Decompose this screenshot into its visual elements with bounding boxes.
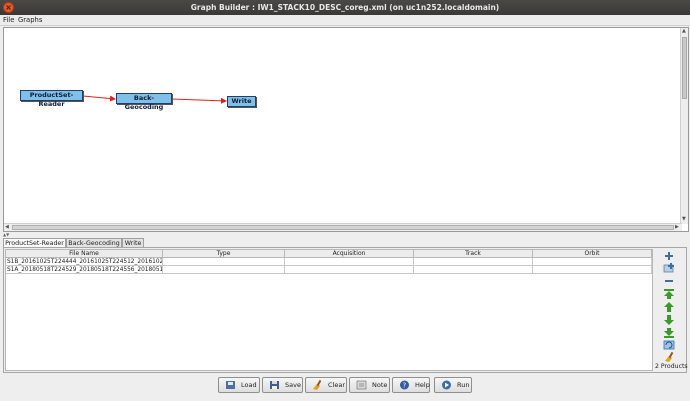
edge-reader-to-geocoding bbox=[82, 95, 116, 102]
graph-edges bbox=[82, 95, 227, 104]
tab-back-geocoding[interactable]: Back-Geocoding bbox=[66, 238, 122, 247]
note-button[interactable]: Note bbox=[349, 377, 390, 393]
run-label: Run bbox=[457, 381, 470, 389]
productset-reader-panel: File Name Type Acquisition Track Orbit S… bbox=[3, 247, 688, 373]
cell-file-name[interactable]: S1A_20180518T224529_20180518T224556_2018… bbox=[6, 266, 163, 274]
col-type[interactable]: Type bbox=[163, 250, 285, 258]
scroll-up-arrow-icon[interactable]: ▲ bbox=[682, 28, 686, 35]
save-label: Save bbox=[285, 381, 301, 389]
graph-canvas[interactable]: ProductSet-Reader Back-Geocoding Write ▲… bbox=[3, 27, 689, 232]
tab-productset-reader[interactable]: ProductSet-Reader bbox=[3, 238, 66, 247]
products-count: 2 Products bbox=[655, 363, 688, 370]
cell-type[interactable] bbox=[163, 266, 285, 274]
close-window-button[interactable]: × bbox=[3, 2, 14, 13]
cell-orbit[interactable] bbox=[533, 266, 652, 274]
product-table[interactable]: File Name Type Acquisition Track Orbit S… bbox=[5, 249, 653, 371]
help-button[interactable]: ? Help bbox=[392, 377, 430, 393]
move-top-icon[interactable] bbox=[663, 289, 675, 299]
cell-acquisition[interactable] bbox=[285, 258, 414, 266]
edge-geocoding-to-write bbox=[171, 97, 227, 104]
remove-icon[interactable] bbox=[663, 276, 675, 286]
cell-type[interactable] bbox=[163, 258, 285, 266]
cell-acquisition[interactable] bbox=[285, 266, 414, 274]
splitter-handle[interactable]: ▲▼ bbox=[3, 232, 15, 237]
cell-track[interactable] bbox=[414, 258, 533, 266]
add-opened-icon[interactable] bbox=[663, 263, 675, 273]
clear-icon[interactable] bbox=[663, 352, 675, 362]
scroll-left-arrow-icon[interactable]: ◀ bbox=[5, 224, 9, 231]
canvas-vertical-scrollbar[interactable]: ▲ ▼ bbox=[680, 28, 688, 224]
move-bottom-icon[interactable] bbox=[663, 328, 675, 338]
cell-orbit[interactable] bbox=[533, 258, 652, 266]
run-icon bbox=[442, 380, 451, 390]
window-title: Graph Builder : IW1_STACK10_DESC_coreg.x… bbox=[190, 3, 500, 12]
scroll-right-arrow-icon[interactable]: ▶ bbox=[675, 224, 679, 231]
cell-track[interactable] bbox=[414, 266, 533, 274]
node-productset-reader[interactable]: ProductSet-Reader bbox=[20, 90, 83, 108]
note-icon bbox=[356, 380, 367, 390]
help-label: Help bbox=[415, 381, 430, 389]
help-icon: ? bbox=[400, 380, 409, 390]
table-row[interactable]: S1A_20180518T224529_20180518T224556_2018… bbox=[6, 266, 652, 274]
col-file-name[interactable]: File Name bbox=[6, 250, 163, 258]
note-label: Note bbox=[372, 381, 388, 389]
cell-file-name[interactable]: S1B_20161025T224444_20161025T224512_2016… bbox=[6, 258, 163, 266]
menu-bar: File Graphs bbox=[0, 15, 690, 26]
tab-write[interactable]: Write bbox=[122, 238, 144, 247]
menu-graphs[interactable]: Graphs bbox=[18, 15, 42, 25]
vertical-scroll-thumb[interactable] bbox=[682, 37, 687, 99]
refresh-icon[interactable] bbox=[663, 340, 675, 350]
node-back-geocoding[interactable]: Back-Geocoding bbox=[116, 93, 172, 111]
broom-icon bbox=[313, 380, 322, 390]
add-icon[interactable] bbox=[663, 251, 675, 261]
load-button[interactable]: Load bbox=[218, 377, 260, 393]
save-button[interactable]: Save bbox=[262, 377, 303, 393]
move-up-icon[interactable] bbox=[663, 302, 675, 312]
horizontal-scroll-thumb[interactable] bbox=[12, 225, 674, 230]
node-write[interactable]: Write bbox=[227, 96, 256, 107]
move-down-icon[interactable] bbox=[663, 315, 675, 325]
clear-label: Clear bbox=[328, 381, 345, 389]
table-row[interactable]: S1B_20161025T224444_20161025T224512_2016… bbox=[6, 258, 652, 266]
col-orbit[interactable]: Orbit bbox=[533, 250, 652, 258]
scroll-down-arrow-icon[interactable]: ▼ bbox=[682, 216, 686, 223]
run-button[interactable]: Run bbox=[434, 377, 472, 393]
svg-text:?: ? bbox=[403, 382, 407, 390]
col-track[interactable]: Track bbox=[414, 250, 533, 258]
load-label: Load bbox=[241, 381, 257, 389]
clear-button[interactable]: Clear bbox=[305, 377, 347, 393]
canvas-horizontal-scrollbar[interactable]: ◀ ▶ bbox=[4, 223, 682, 231]
save-icon bbox=[270, 381, 279, 389]
load-icon bbox=[226, 381, 235, 389]
menu-file[interactable]: File bbox=[3, 15, 14, 25]
col-acquisition[interactable]: Acquisition bbox=[285, 250, 414, 258]
window-titlebar: × Graph Builder : IW1_STACK10_DESC_coreg… bbox=[0, 0, 690, 15]
